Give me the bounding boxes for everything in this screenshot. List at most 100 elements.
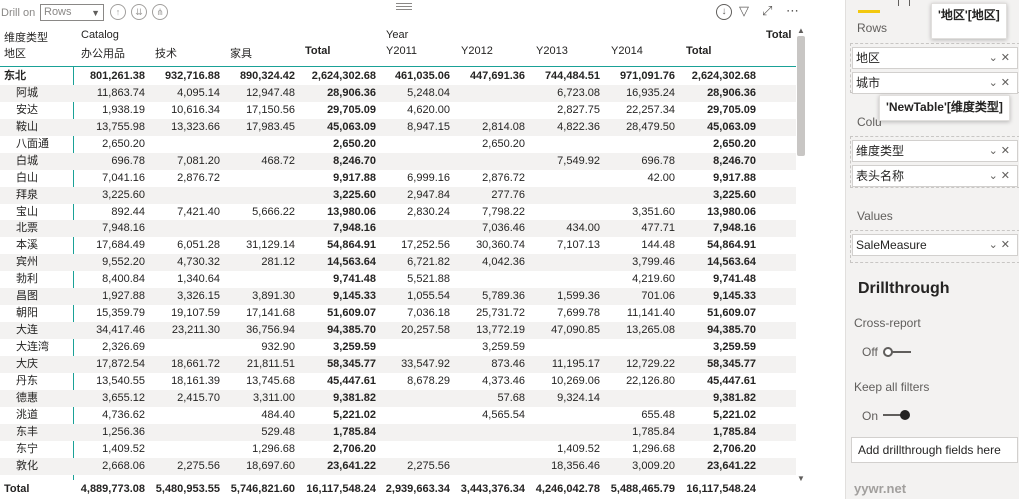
matrix-cell[interactable]: 5,248.04 [407, 85, 450, 102]
column-header[interactable]: 技术 [155, 45, 177, 61]
matrix-row[interactable]: 丹东 13,540.55 18,161.39 13,745.68 45,447.61 8,… [0, 373, 796, 390]
scrollbar-thumb[interactable] [797, 36, 805, 156]
arrow-up-icon[interactable]: ↑ [110, 4, 126, 20]
matrix-cell[interactable]: 3,259.59 [333, 339, 376, 356]
matrix-cell[interactable]: 1,256.36 [102, 424, 145, 441]
add-drillthrough-fields-well[interactable]: Add drillthrough fields here [851, 437, 1018, 463]
matrix-cell[interactable]: 2,947.84 [407, 187, 450, 204]
matrix-cell[interactable]: 4,095.14 [177, 85, 220, 102]
matrix-cell[interactable]: 4,620.00 [407, 102, 450, 119]
matrix-cell[interactable]: 8,400.84 [102, 271, 145, 288]
matrix-cell[interactable]: 18,661.72 [171, 356, 220, 373]
column-header[interactable]: Total [305, 45, 330, 57]
matrix-group-row[interactable]: 东北 801,261.38 932,716.88 890,324.42 2,624,30… [0, 68, 796, 85]
matrix-cell[interactable]: 21,811.51 [247, 356, 295, 373]
matrix-cell[interactable]: 18,161.39 [171, 373, 220, 390]
matrix-row[interactable]: 大连 34,417.46 23,211.30 36,756.94 94,385.70 20… [0, 322, 796, 339]
matrix-cell[interactable]: 5,221.02 [333, 407, 376, 424]
matrix-cell[interactable]: 461,035.06 [395, 68, 450, 85]
total-cell[interactable]: 5,746,821.60 [231, 480, 295, 499]
matrix-cell[interactable]: 9,741.48 [713, 271, 756, 288]
matrix-cell[interactable]: 17,141.68 [246, 305, 295, 322]
matrix-cell[interactable]: 2,624,302.68 [312, 68, 376, 85]
matrix-cell[interactable]: 2,668.06 [102, 458, 145, 475]
matrix-cell[interactable]: 18,697.60 [246, 458, 295, 475]
matrix-cell[interactable]: 22,257.34 [626, 102, 675, 119]
matrix-cell[interactable]: 58,345.77 [707, 356, 756, 373]
matrix-cell[interactable]: 9,917.88 [713, 170, 756, 187]
row-label[interactable]: 阿城 [16, 85, 38, 102]
matrix-cell[interactable]: 11,141.40 [627, 305, 675, 322]
matrix-cell[interactable]: 477.71 [641, 220, 675, 237]
matrix-row[interactable]: 八面通 2,650.20 2,650.20 2,650.20 2,650.20 [0, 136, 796, 153]
matrix-cell[interactable]: 14,563.64 [327, 254, 376, 271]
matrix-cell[interactable]: 3,259.59 [713, 339, 756, 356]
row-label[interactable]: 安达 [16, 102, 38, 119]
matrix-cell[interactable]: 1,409.52 [557, 441, 600, 458]
matrix-cell[interactable]: 892.44 [111, 204, 145, 221]
matrix-cell[interactable]: 11,195.17 [552, 356, 600, 373]
matrix-row[interactable]: 洮道 4,736.62 484.40 5,221.02 4,565.54 655.48 5,… [0, 407, 796, 424]
matrix-cell[interactable]: 281.12 [261, 254, 295, 271]
matrix-cell[interactable]: 17,684.49 [96, 237, 145, 254]
matrix-cell[interactable]: 701.06 [641, 288, 675, 305]
matrix-cell[interactable]: 447,691.36 [470, 68, 525, 85]
matrix-cell[interactable]: 1,785.84 [632, 424, 675, 441]
matrix-cell[interactable]: 4,822.36 [557, 119, 600, 136]
rows-field-city[interactable]: 城市 ⌄✕ [852, 72, 1018, 94]
matrix-cell[interactable]: 17,872.54 [96, 356, 145, 373]
column-header[interactable]: Y2012 [461, 45, 493, 57]
focus-mode-icon[interactable]: ⤢ [762, 4, 772, 18]
matrix-row[interactable]: 宝山 892.44 7,421.40 5,666.22 13,980.06 2,830.2… [0, 204, 796, 221]
matrix-cell[interactable]: 7,948.16 [333, 220, 376, 237]
columns-field-header-name[interactable]: 表头名称 ⌄✕ [852, 165, 1018, 187]
matrix-cell[interactable]: 10,616.34 [171, 102, 220, 119]
matrix-cell[interactable]: 5,789.36 [482, 288, 525, 305]
matrix-row[interactable]: 东丰 1,256.36 529.48 1,785.84 1,785.84 1,785.84 [0, 423, 796, 441]
matrix-cell[interactable]: 9,381.82 [333, 390, 376, 407]
matrix-cell[interactable]: 33,547.92 [401, 356, 450, 373]
matrix-cell[interactable]: 696.78 [641, 153, 675, 170]
matrix-cell[interactable]: 1,785.84 [713, 424, 756, 441]
matrix-cell[interactable]: 47,090.85 [551, 322, 600, 339]
matrix-cell[interactable]: 12,947.48 [246, 85, 295, 102]
matrix-cell[interactable]: 5,221.02 [713, 407, 756, 424]
matrix-cell[interactable]: 9,381.82 [713, 390, 756, 407]
matrix-row[interactable]: 大庆 17,872.54 18,661.72 21,811.51 58,345.77 33… [0, 355, 796, 373]
matrix-cell[interactable]: 16,935.24 [626, 85, 675, 102]
matrix-cell[interactable]: 3,225.60 [713, 187, 756, 204]
more-options-icon[interactable]: ⋯ [786, 4, 800, 18]
drag-grip-icon[interactable] [396, 3, 412, 10]
row-label[interactable]: 大连 [16, 322, 38, 339]
column-group-catalog[interactable]: Catalog [81, 29, 119, 41]
matrix-cell[interactable]: 54,864.91 [327, 237, 376, 254]
matrix-cell[interactable]: 4,736.62 [102, 407, 145, 424]
matrix-cell[interactable]: 13,772.19 [476, 322, 525, 339]
matrix-cell[interactable]: 2,830.24 [407, 204, 450, 221]
matrix-cell[interactable]: 10,269.06 [551, 373, 600, 390]
matrix-cell[interactable]: 434.00 [566, 220, 600, 237]
matrix-cell[interactable]: 18,356.46 [551, 458, 600, 475]
matrix-cell[interactable]: 9,324.14 [557, 390, 600, 407]
matrix-cell[interactable]: 3,799.46 [632, 254, 675, 271]
column-group-year[interactable]: Year [386, 29, 408, 41]
matrix-row[interactable]: 德惠 3,655.12 2,415.70 3,311.00 9,381.82 57.68 9… [0, 389, 796, 407]
matrix-cell[interactable]: 29,705.09 [707, 102, 756, 119]
matrix-cell[interactable]: 4,042.36 [482, 254, 525, 271]
matrix-cell[interactable]: 31,129.14 [246, 237, 295, 254]
matrix-cell[interactable]: 1,296.68 [252, 441, 295, 458]
matrix-cell[interactable]: 25,731.72 [476, 305, 525, 322]
matrix-cell[interactable]: 7,421.40 [177, 204, 220, 221]
matrix-cell[interactable]: 17,252.56 [401, 237, 450, 254]
matrix-cell[interactable]: 7,948.16 [102, 220, 145, 237]
row-label[interactable]: 敦化 [16, 458, 38, 475]
matrix-cell[interactable]: 45,063.09 [707, 119, 756, 136]
row-label[interactable]: 大连湾 [16, 339, 49, 356]
columns-field-dimension-type[interactable]: 维度类型 ⌄✕ [852, 140, 1018, 162]
vertical-scrollbar[interactable]: ▲ ▼ [796, 26, 806, 483]
matrix-cell[interactable]: 3,009.20 [632, 458, 675, 475]
matrix-cell[interactable]: 932.90 [261, 339, 295, 356]
row-label[interactable]: 宾州 [16, 254, 38, 271]
column-header[interactable]: 家具 [230, 45, 252, 61]
row-label[interactable]: 东北 [4, 68, 26, 85]
